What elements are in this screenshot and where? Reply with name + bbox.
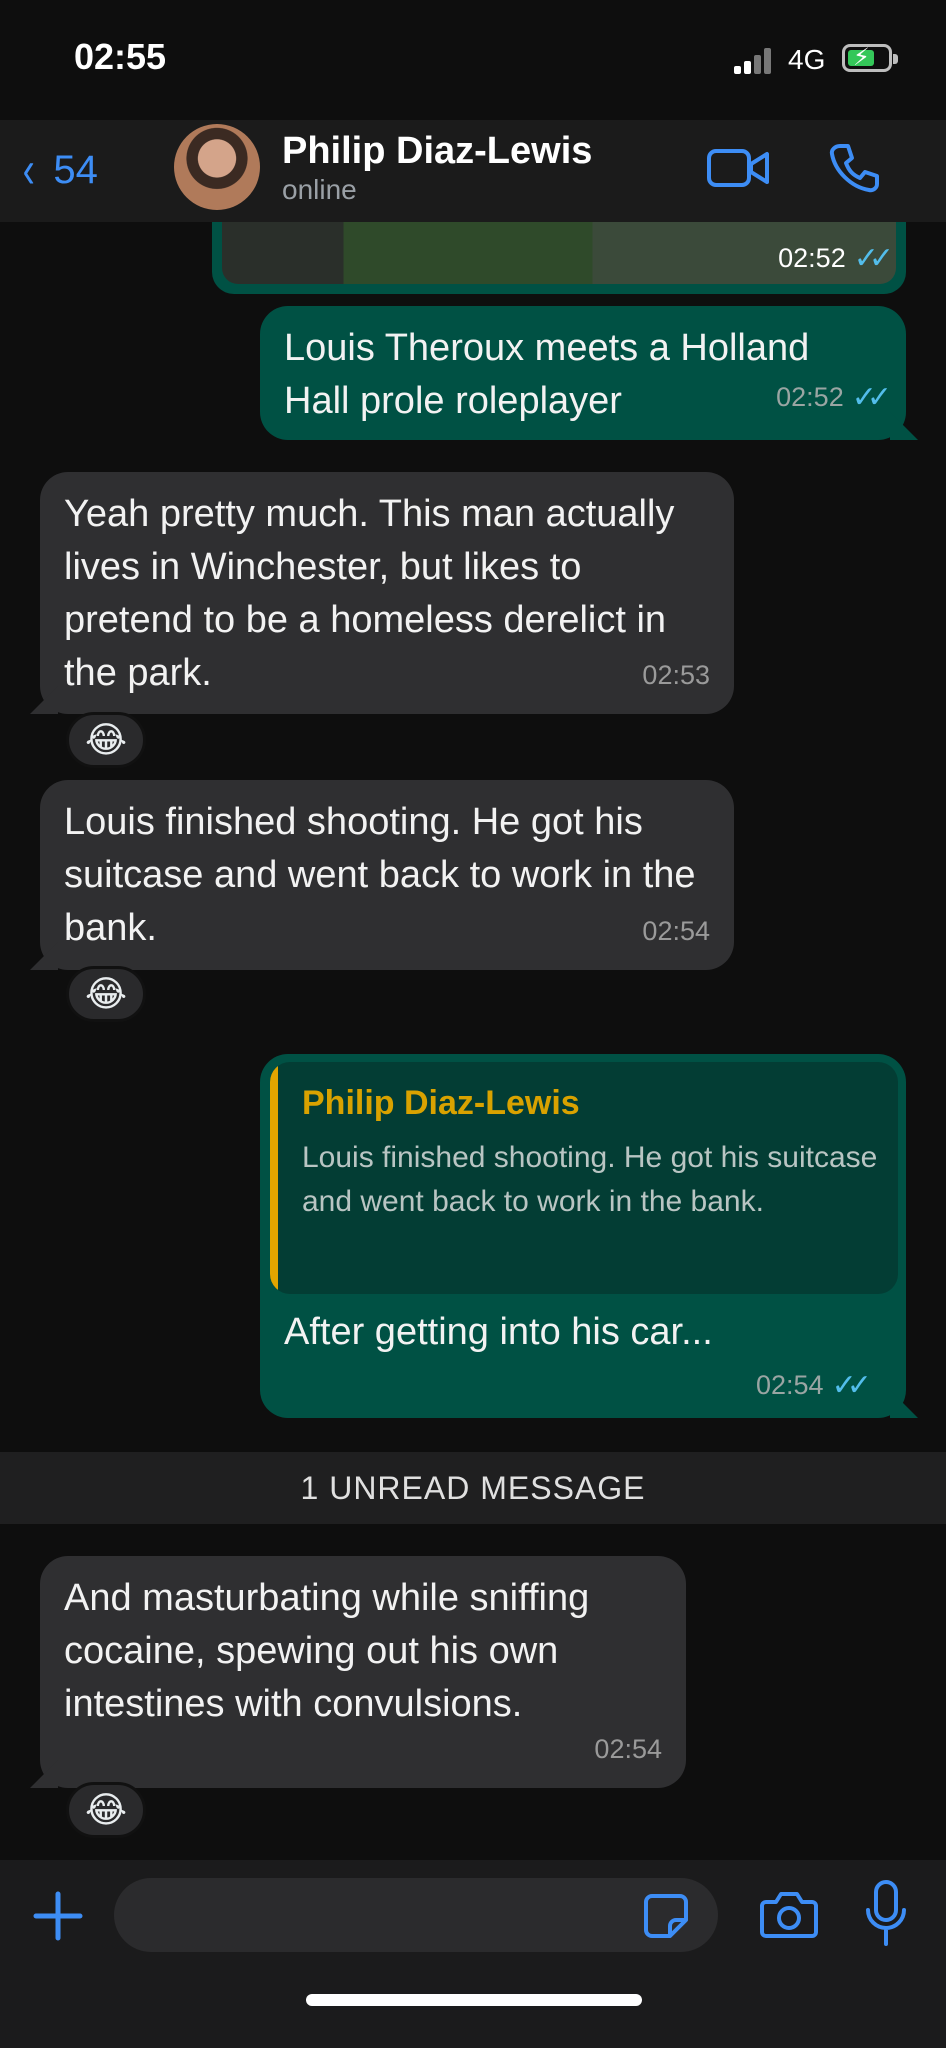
message-meta: 02:54: [642, 905, 710, 958]
contact-name[interactable]: Philip Diaz-Lewis: [282, 130, 592, 173]
message-text: After getting into his car...: [284, 1311, 713, 1353]
back-unread-count: 54: [53, 147, 98, 192]
reaction-badge[interactable]: 😂: [66, 712, 146, 768]
quote-accent-bar: [270, 1062, 278, 1294]
camera-icon[interactable]: [760, 1888, 818, 1940]
avatar[interactable]: [174, 124, 260, 210]
message-bubble-incoming[interactable]: Louis finished shooting. He got his suit…: [30, 780, 734, 970]
plus-icon[interactable]: [28, 1886, 88, 1946]
video-camera-icon[interactable]: [706, 142, 770, 194]
message-text: Yeah pretty much. This man actually live…: [64, 493, 675, 694]
composer-bar: [0, 1860, 946, 2048]
message-time: 02:54: [594, 1734, 662, 1764]
quote-author: Philip Diaz-Lewis: [302, 1084, 580, 1122]
reaction-badge[interactable]: 😂: [66, 966, 146, 1022]
double-check-icon: ✓✓: [831, 1369, 872, 1402]
double-check-icon: ✓✓: [851, 381, 892, 414]
phone-icon[interactable]: [826, 140, 882, 196]
message-bubble-outgoing[interactable]: Louis Theroux meets a Holland Hall prole…: [260, 306, 918, 440]
image-message[interactable]: 02:52 ✓✓: [212, 222, 906, 294]
message-input[interactable]: [114, 1878, 718, 1952]
message-meta: 02:52 ✓✓: [778, 241, 894, 276]
battery-charging-icon: ⚡: [842, 44, 898, 72]
message-meta: 02:54 ✓✓: [756, 1368, 872, 1403]
quoted-message[interactable]: Philip Diaz-Lewis Louis finished shootin…: [270, 1062, 898, 1294]
reaction-badge[interactable]: 😂: [66, 1782, 146, 1838]
message-time: 02:52: [778, 243, 846, 273]
home-indicator: [306, 1994, 642, 2006]
back-button[interactable]: ‹ 54: [20, 140, 98, 200]
message-bubble-incoming[interactable]: Yeah pretty much. This man actually live…: [30, 472, 734, 714]
unread-messages-banner: 1 UNREAD MESSAGE: [0, 1452, 946, 1524]
message-text: And masturbating while sniffing cocaine,…: [64, 1577, 590, 1725]
microphone-icon[interactable]: [862, 1878, 910, 1952]
message-time: 02:54: [756, 1370, 824, 1400]
contact-status: online: [282, 174, 357, 205]
message-time: 02:52: [776, 382, 844, 412]
signal-icon: [734, 48, 774, 74]
message-bubble-incoming[interactable]: And masturbating while sniffing cocaine,…: [30, 1556, 686, 1788]
status-time: 02:55: [74, 36, 167, 77]
chat-header: ‹ 54 Philip Diaz-Lewis online: [0, 120, 946, 222]
message-meta: 02:54: [594, 1723, 662, 1776]
network-type: 4G: [788, 44, 826, 75]
message-text: Louis finished shooting. He got his suit…: [64, 801, 696, 949]
status-bar: 02:55 4G ⚡: [0, 0, 946, 120]
sticker-icon[interactable]: [642, 1892, 690, 1940]
message-time: 02:53: [642, 660, 710, 690]
chevron-left-icon: ‹: [22, 141, 35, 199]
quote-text: Louis finished shooting. He got his suit…: [302, 1141, 878, 1218]
message-time: 02:54: [642, 916, 710, 946]
message-meta: 02:52 ✓✓: [776, 371, 892, 424]
message-meta: 02:53: [642, 649, 710, 702]
double-check-icon: ✓✓: [853, 242, 894, 275]
